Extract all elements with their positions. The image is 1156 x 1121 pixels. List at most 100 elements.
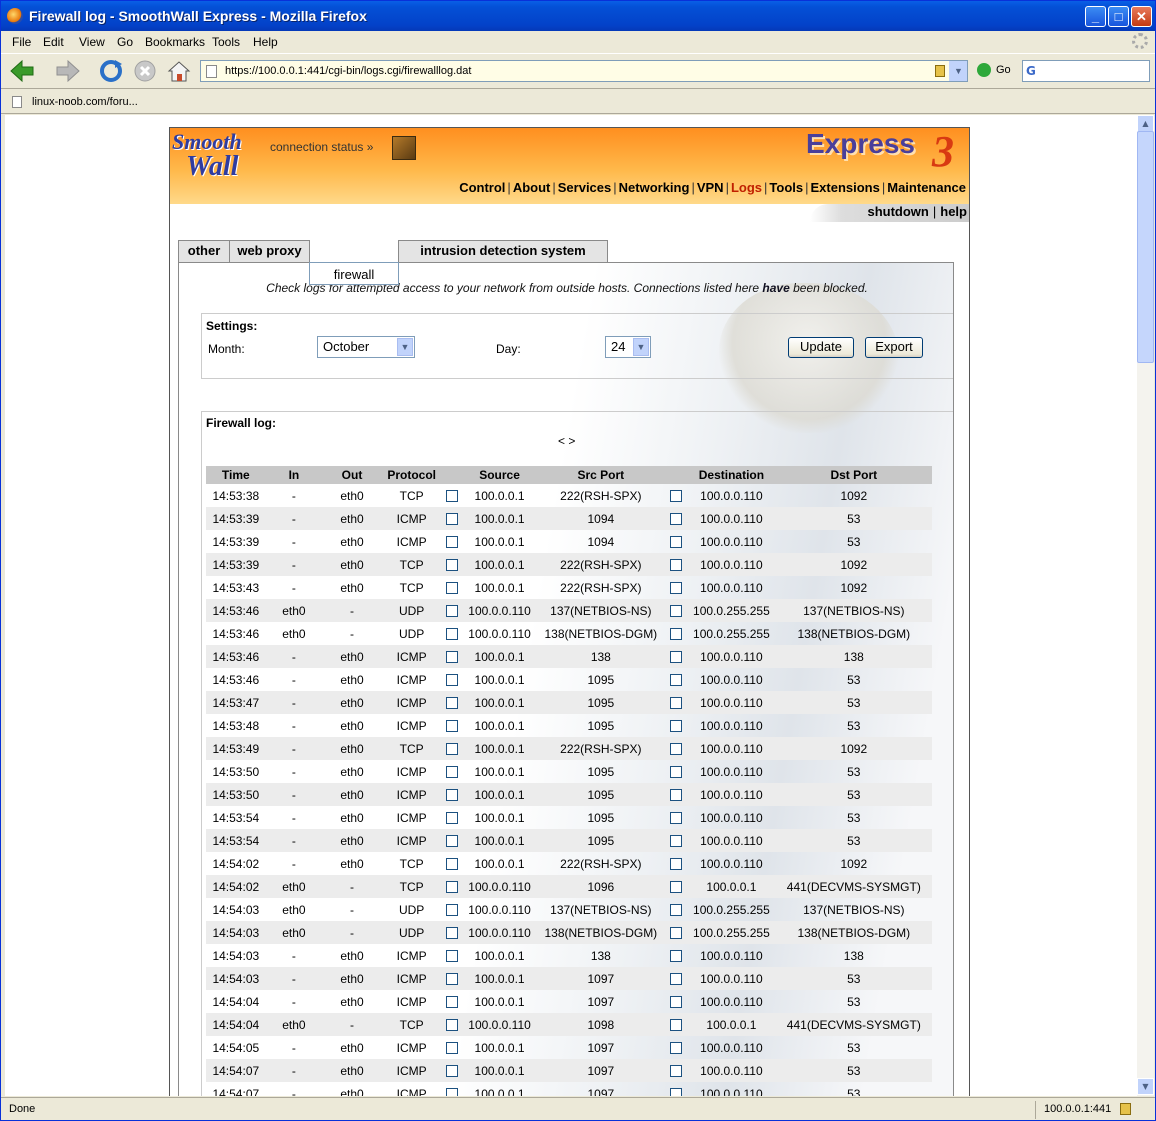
nav-item-vpn[interactable]: VPN [697, 180, 724, 195]
scroll-up-icon[interactable]: ▲ [1137, 115, 1154, 132]
select-checkbox[interactable] [669, 950, 682, 963]
select-checkbox[interactable] [669, 858, 682, 871]
select-checkbox[interactable] [669, 904, 682, 917]
select-checkbox[interactable] [445, 720, 458, 733]
select-checkbox[interactable] [669, 651, 682, 664]
select-checkbox[interactable] [669, 835, 682, 848]
menu-file[interactable]: File [12, 35, 31, 49]
select-checkbox[interactable] [669, 789, 682, 802]
reload-icon[interactable] [98, 58, 124, 84]
secure-lock-icon[interactable] [1120, 1103, 1131, 1115]
nav-item-about[interactable]: About [513, 180, 551, 195]
select-checkbox[interactable] [445, 513, 458, 526]
connection-status-link[interactable]: connection status » [270, 140, 373, 154]
help-link[interactable]: help [940, 204, 967, 219]
select-checkbox[interactable] [445, 973, 458, 986]
select-checkbox[interactable] [669, 1019, 682, 1032]
select-checkbox[interactable] [445, 559, 458, 572]
select-checkbox[interactable] [669, 582, 682, 595]
select-checkbox[interactable] [445, 789, 458, 802]
select-checkbox[interactable] [669, 490, 682, 503]
select-checkbox[interactable] [445, 766, 458, 779]
select-checkbox[interactable] [669, 1042, 682, 1055]
select-checkbox[interactable] [669, 720, 682, 733]
month-select[interactable]: October ▼ [317, 336, 415, 358]
select-checkbox[interactable] [445, 950, 458, 963]
nav-item-networking[interactable]: Networking [619, 180, 690, 195]
select-checkbox[interactable] [445, 651, 458, 664]
select-checkbox[interactable] [669, 697, 682, 710]
search-box[interactable]: G [1022, 60, 1150, 82]
bookmark-link[interactable]: linux-noob.com/foru... [32, 96, 138, 108]
select-checkbox[interactable] [445, 1019, 458, 1032]
minimize-button[interactable]: _ [1085, 6, 1106, 27]
url-dropdown-button[interactable]: ▼ [949, 61, 967, 81]
select-checkbox[interactable] [445, 628, 458, 641]
tab-firewall[interactable]: firewall [309, 262, 399, 285]
menu-tools[interactable]: Tools [212, 35, 240, 49]
nav-item-logs[interactable]: Logs [731, 180, 762, 195]
menu-help[interactable]: Help [253, 35, 278, 49]
select-checkbox[interactable] [669, 513, 682, 526]
forward-icon[interactable] [55, 58, 81, 84]
select-checkbox[interactable] [669, 766, 682, 779]
select-checkbox[interactable] [669, 536, 682, 549]
select-checkbox[interactable] [445, 1042, 458, 1055]
go-button[interactable]: Go [977, 63, 1011, 77]
lock-icon[interactable] [935, 65, 945, 77]
select-checkbox[interactable] [669, 1088, 682, 1096]
select-checkbox[interactable] [669, 674, 682, 687]
select-checkbox[interactable] [669, 605, 682, 618]
day-select[interactable]: 24 ▼ [605, 336, 651, 358]
select-checkbox[interactable] [445, 927, 458, 940]
update-button[interactable]: Update [788, 337, 854, 358]
log-pager[interactable]: < > [558, 434, 575, 448]
select-checkbox[interactable] [445, 490, 458, 503]
select-checkbox[interactable] [669, 996, 682, 1009]
scroll-thumb[interactable] [1137, 131, 1154, 363]
select-checkbox[interactable] [669, 973, 682, 986]
select-checkbox[interactable] [669, 1065, 682, 1078]
menu-edit[interactable]: Edit [43, 35, 64, 49]
nav-item-maintenance[interactable]: Maintenance [887, 180, 966, 195]
select-checkbox[interactable] [445, 536, 458, 549]
select-checkbox[interactable] [445, 881, 458, 894]
google-search-icon[interactable]: G [1026, 64, 1036, 78]
select-checkbox[interactable] [669, 881, 682, 894]
vertical-scrollbar[interactable]: ▲ ▼ [1137, 115, 1154, 1096]
nav-item-services[interactable]: Services [558, 180, 612, 195]
back-icon[interactable] [9, 58, 35, 84]
menu-bookmarks[interactable]: Bookmarks [145, 35, 205, 49]
stop-icon[interactable] [132, 58, 158, 84]
select-checkbox[interactable] [445, 835, 458, 848]
select-checkbox[interactable] [445, 697, 458, 710]
close-button[interactable]: ✕ [1131, 6, 1152, 27]
nav-item-extensions[interactable]: Extensions [811, 180, 880, 195]
select-checkbox[interactable] [669, 628, 682, 641]
select-checkbox[interactable] [445, 904, 458, 917]
select-checkbox[interactable] [445, 812, 458, 825]
scroll-down-icon[interactable]: ▼ [1137, 1078, 1154, 1095]
export-button[interactable]: Export [865, 337, 923, 358]
select-checkbox[interactable] [669, 559, 682, 572]
chevron-down-icon[interactable]: ▼ [397, 338, 413, 356]
select-checkbox[interactable] [669, 927, 682, 940]
url-bar[interactable]: https://100.0.0.1:441/cgi-bin/logs.cgi/f… [200, 60, 968, 82]
menu-go[interactable]: Go [117, 35, 133, 49]
select-checkbox[interactable] [445, 858, 458, 871]
select-checkbox[interactable] [445, 582, 458, 595]
select-checkbox[interactable] [669, 743, 682, 756]
home-icon[interactable] [166, 58, 192, 84]
nav-item-tools[interactable]: Tools [769, 180, 803, 195]
nav-item-control[interactable]: Control [459, 180, 505, 195]
select-checkbox[interactable] [445, 1065, 458, 1078]
connection-box-icon[interactable] [392, 136, 416, 160]
menu-view[interactable]: View [79, 35, 105, 49]
tab-web-proxy[interactable]: web proxy [229, 240, 310, 262]
select-checkbox[interactable] [445, 605, 458, 618]
select-checkbox[interactable] [445, 674, 458, 687]
chevron-down-icon[interactable]: ▼ [633, 338, 649, 356]
select-checkbox[interactable] [445, 743, 458, 756]
select-checkbox[interactable] [445, 996, 458, 1009]
select-checkbox[interactable] [445, 1088, 458, 1096]
